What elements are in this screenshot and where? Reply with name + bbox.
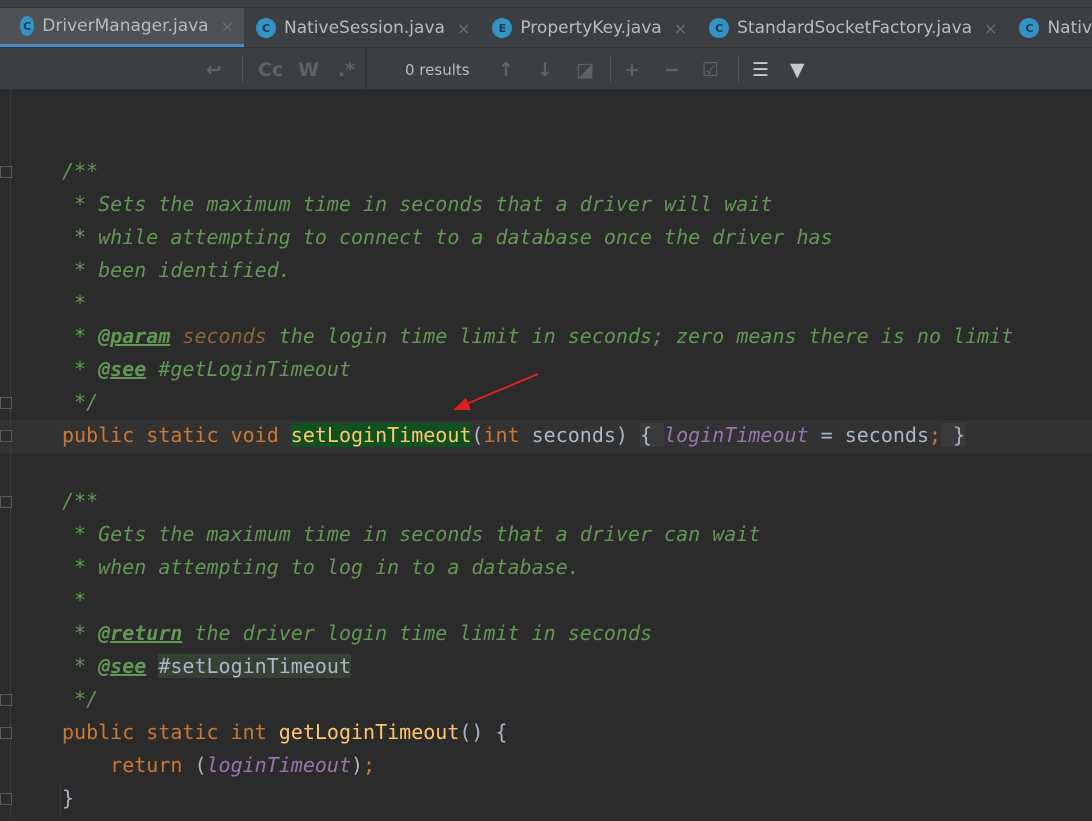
arrow-shaft (463, 373, 539, 406)
annotation-arrow (453, 373, 539, 410)
arrow-head (453, 398, 471, 410)
